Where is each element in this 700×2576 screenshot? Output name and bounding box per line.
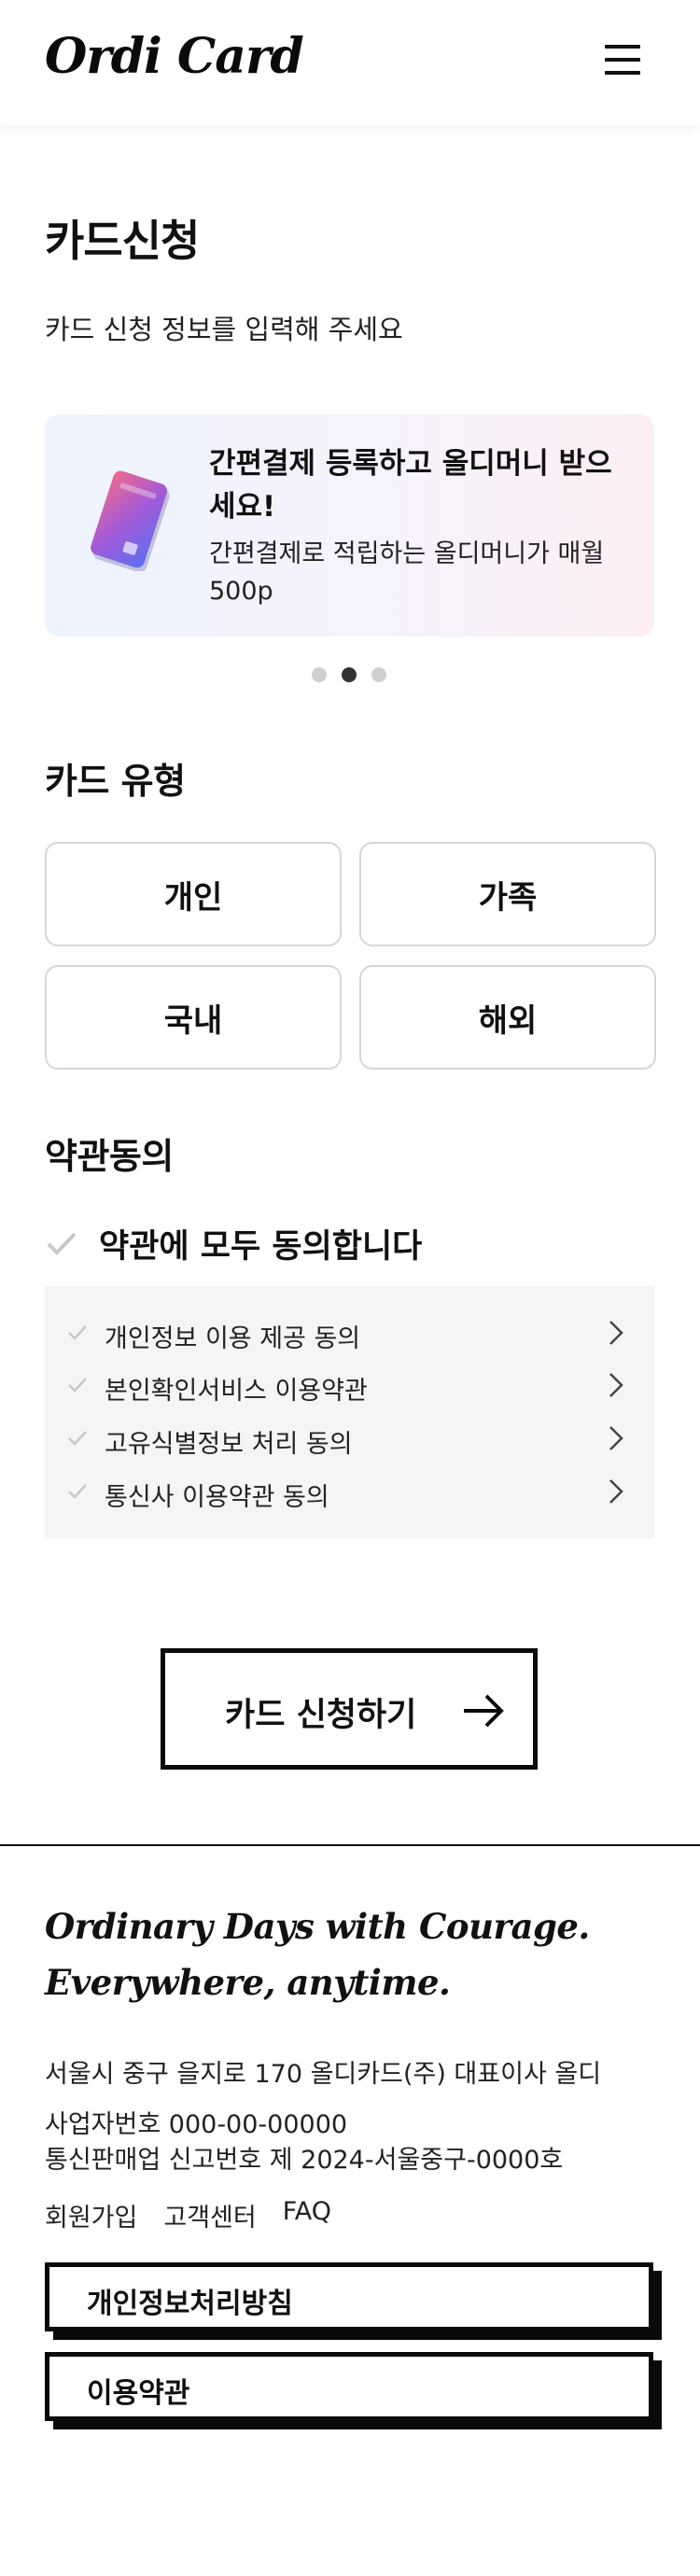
- agree-all-label: 약관에 모두 동의합니다: [99, 1227, 423, 1266]
- footer-link-faq[interactable]: FAQ: [283, 2197, 331, 2233]
- term-item-unique-id[interactable]: 고유식별정보 처리 동의: [45, 1412, 654, 1464]
- term-item-label: 개인정보 이용 제공 동의: [105, 1324, 361, 1353]
- footer-address: 서울시 중구 을지로 170 올디카드(주) 대표이사 올디: [45, 2060, 602, 2089]
- card-type-heading: 카드 유형: [45, 761, 186, 802]
- apply-card-button[interactable]: 카드 신청하기: [161, 1648, 538, 1770]
- privacy-policy-button[interactable]: 개인정보처리방침: [45, 2262, 653, 2331]
- promo-banner[interactable]: 간편결제 등록하고 올디머니 받으세요! 간편결제로 적립하는 올디머니가 매월…: [45, 414, 654, 637]
- banner-description: 간편결제로 적립하는 올디머니가 매월 500p: [209, 539, 605, 606]
- check-icon: [68, 1484, 87, 1499]
- carousel-dot-3[interactable]: [371, 667, 386, 682]
- footer-divider: [0, 1844, 700, 1846]
- term-item-identity[interactable]: 본인확인서비스 이용약관: [45, 1359, 654, 1411]
- footer-link-signup[interactable]: 회원가입: [45, 2197, 137, 2233]
- agree-all-checkbox[interactable]: 약관에 모두 동의합니다: [45, 1217, 422, 1269]
- hamburger-menu-icon[interactable]: [601, 41, 648, 82]
- footer-link-support[interactable]: 고객센터: [163, 2197, 256, 2233]
- footer-slogan: Ordinary Days with Courage. Everywhere, …: [45, 1898, 590, 2010]
- chevron-right-icon[interactable]: [605, 1370, 627, 1400]
- chevron-right-icon[interactable]: [605, 1423, 627, 1453]
- term-item-privacy[interactable]: 개인정보 이용 제공 동의: [45, 1307, 654, 1359]
- card-type-family-button[interactable]: 가족: [359, 842, 656, 946]
- terms-of-use-button[interactable]: 이용약관: [45, 2352, 653, 2421]
- carousel-dot-1[interactable]: [312, 667, 327, 682]
- check-icon: [68, 1325, 87, 1340]
- term-item-carrier[interactable]: 통신사 이용약관 동의: [45, 1465, 654, 1518]
- terms-of-use-label: 이용약관: [87, 2377, 190, 2410]
- card-type-overseas-button[interactable]: 해외: [359, 965, 656, 1070]
- term-item-label: 고유식별정보 처리 동의: [105, 1430, 353, 1459]
- arrow-right-icon: [464, 1694, 504, 1728]
- credit-card-icon: [91, 470, 170, 571]
- card-type-personal-button[interactable]: 개인: [45, 842, 342, 946]
- banner-title: 간편결제 등록하고 올디머니 받으세요!: [209, 447, 612, 524]
- footer-slogan-line-2: Everywhere, anytime.: [45, 1962, 451, 2003]
- footer-slogan-line-1: Ordinary Days with Courage.: [45, 1906, 590, 1947]
- check-icon: [68, 1431, 87, 1446]
- privacy-policy-label: 개인정보처리방침: [87, 2288, 293, 2320]
- chevron-right-icon[interactable]: [605, 1318, 627, 1348]
- check-icon: [68, 1378, 87, 1393]
- page-title: 카드신청: [45, 216, 200, 266]
- apply-card-label: 카드 신청하기: [225, 1697, 417, 1734]
- header: Ordi Card: [0, 0, 700, 125]
- card-type-domestic-button[interactable]: 국내: [45, 965, 342, 1070]
- term-item-label: 통신사 이용약관 동의: [105, 1483, 329, 1512]
- logo[interactable]: Ordi Card: [45, 28, 304, 85]
- footer-mail-order-number: 통신판매업 신고번호 제 2024-서울중구-0000호: [45, 2146, 564, 2175]
- page-subtitle: 카드 신청 정보를 입력해 주세요: [45, 314, 403, 345]
- terms-list: 개인정보 이용 제공 동의 본인확인서비스 이용약관 고유식별정보 처리 동의 …: [45, 1286, 654, 1538]
- carousel-dot-2[interactable]: [342, 667, 357, 682]
- chevron-right-icon[interactable]: [605, 1477, 627, 1506]
- footer-business-number: 사업자번호 000-00-00000: [45, 2110, 348, 2139]
- check-icon: [47, 1232, 77, 1255]
- footer-links: 회원가입 고객센터 FAQ: [45, 2197, 331, 2233]
- term-item-label: 본인확인서비스 이용약관: [105, 1377, 368, 1406]
- terms-heading: 약관동의: [45, 1136, 174, 1177]
